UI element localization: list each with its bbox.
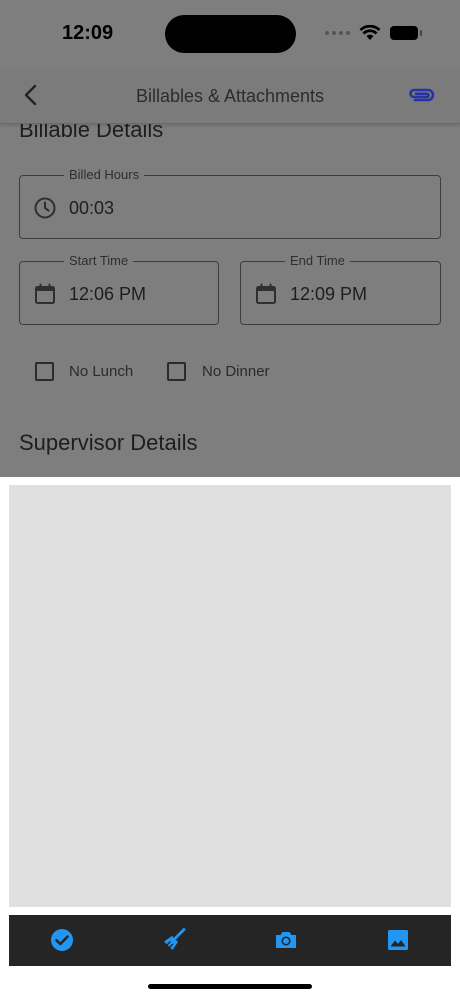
form-content: Billable Details Billed Hours 00:03 Star… <box>0 124 460 477</box>
attachment-icon[interactable] <box>406 82 438 108</box>
calendar-icon <box>35 283 55 304</box>
battery-icon <box>390 26 422 40</box>
check-circle-icon[interactable] <box>49 927 75 953</box>
no-lunch-label: No Lunch <box>69 363 134 380</box>
dynamic-island <box>165 15 296 53</box>
start-time-label: Start Time <box>64 253 134 268</box>
no-dinner-checkbox[interactable] <box>167 362 186 381</box>
cellular-signal-icon <box>325 31 350 35</box>
status-icons <box>325 25 422 41</box>
billed-hours-value: 00:03 <box>69 198 115 218</box>
broom-icon[interactable] <box>161 927 187 953</box>
start-time-value: 12:06 PM <box>69 284 147 304</box>
home-indicator <box>148 984 312 989</box>
no-dinner-label: No Dinner <box>202 363 270 380</box>
status-bar: 12:09 <box>0 0 460 70</box>
page-title: Billables & Attachments <box>135 86 325 106</box>
status-time: 12:09 <box>62 22 114 44</box>
camera-icon[interactable] <box>273 927 299 953</box>
billed-hours-label: Billed Hours <box>64 167 145 182</box>
clock-icon <box>34 197 56 219</box>
sheet-toolbar <box>9 915 451 966</box>
image-icon[interactable] <box>385 927 411 953</box>
supervisor-section-title: Supervisor Details <box>19 430 198 455</box>
end-time-field[interactable]: End Time 12:09 PM <box>240 253 441 325</box>
end-time-label: End Time <box>285 253 350 268</box>
start-time-field[interactable]: Start Time 12:06 PM <box>19 253 219 325</box>
app-header: Billables & Attachments <box>0 70 460 124</box>
billable-section-title: Billable Details <box>19 124 164 142</box>
wifi-icon <box>359 25 381 40</box>
no-lunch-checkbox[interactable] <box>35 362 54 381</box>
signature-canvas[interactable] <box>9 485 451 907</box>
end-time-value: 12:09 PM <box>290 284 368 304</box>
calendar-icon <box>256 283 276 304</box>
billed-hours-field[interactable]: Billed Hours 00:03 <box>19 167 441 239</box>
